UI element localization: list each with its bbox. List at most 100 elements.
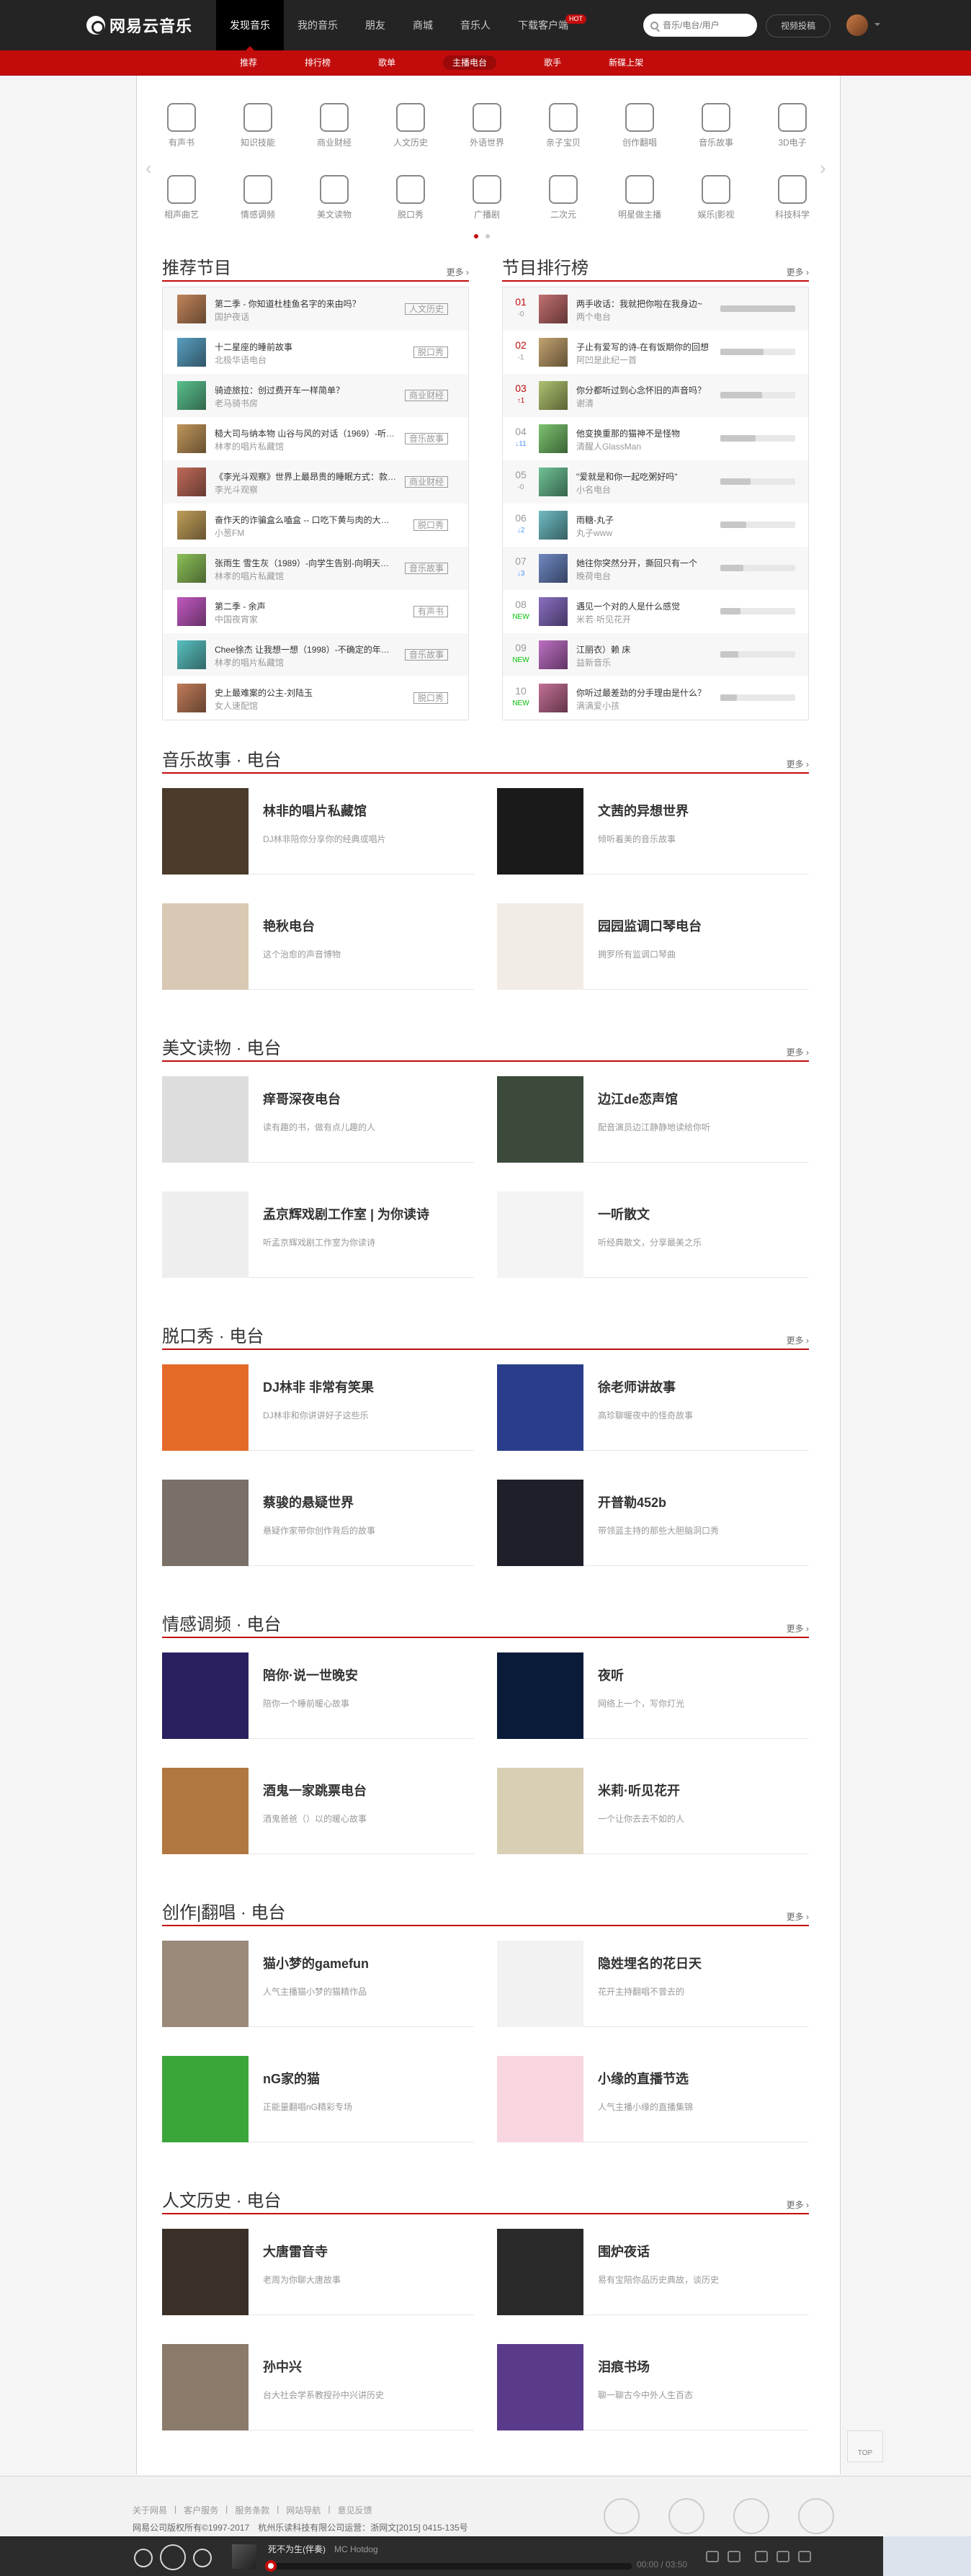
footer-link[interactable]: 关于网易 <box>133 2504 174 2516</box>
radio-card[interactable]: nG家的猫 正能量翻唱nG精彩专场 <box>162 2056 474 2142</box>
next-icon[interactable] <box>193 2549 212 2567</box>
radio-cover[interactable] <box>497 2344 583 2430</box>
radio-cover[interactable] <box>162 1191 249 1278</box>
playlist-icon[interactable] <box>798 2551 811 2562</box>
category-item[interactable]: 创作翻唱 <box>611 103 668 148</box>
radio-cover[interactable] <box>497 903 583 990</box>
footer-link[interactable]: 意见反馈 <box>331 2504 380 2516</box>
radio-cover[interactable] <box>162 2056 249 2142</box>
ranking-row[interactable]: 01 -0 两手收话：我就把你啦在我身边~ 两个电台 <box>503 287 808 331</box>
program-name[interactable]: 她往你突然分开，撕回只有一个 <box>576 557 720 569</box>
radio-name[interactable]: 夜听 <box>598 1665 624 1684</box>
back-to-top-button[interactable]: TOP <box>847 2430 883 2462</box>
radio-name[interactable]: nG家的猫 <box>263 2069 320 2088</box>
radio-card[interactable]: 猫小梦的gamefun 人气主播猫小梦的猫精作品 <box>162 1941 474 2027</box>
radio-card[interactable]: 痒哥深夜电台 读有趣的书，做有点儿趣的人 <box>162 1076 474 1163</box>
radio-card[interactable]: 开普勒452b 带领蓝主持的那些大胆脑洞口秀 <box>497 1480 809 1566</box>
category-item[interactable]: 情感调频 <box>229 175 287 220</box>
program-radio[interactable]: 谢清 <box>576 397 594 409</box>
top-nav-item[interactable]: 商城 <box>399 0 447 50</box>
program-name[interactable]: 骑迹旅拉：创过费开车一样简单？ <box>215 384 402 396</box>
radio-card[interactable]: 米莉·听见花开 一个让你去去不如的人 <box>497 1768 809 1854</box>
ranking-row[interactable]: 09 NEW 江丽衣）赖 床益新音乐 <box>503 633 808 676</box>
program-cover[interactable] <box>177 295 206 323</box>
radio-cover[interactable] <box>497 1364 583 1451</box>
program-tag[interactable]: 音乐故事 <box>404 563 448 574</box>
radio-name[interactable]: 开普勒452b <box>598 1493 666 1511</box>
radio-card[interactable]: 围炉夜话 易有宝陪你品历史典故，谈历史 <box>497 2229 809 2315</box>
radio-card[interactable]: 孙中兴 台大社会学系教授孙中兴讲历史 <box>162 2344 474 2430</box>
radio-card[interactable]: 边江de恋声馆 配音演员边江静静地读给你听 <box>497 1076 809 1163</box>
program-radio[interactable]: 林孝的唱片私藏馆 <box>215 440 284 452</box>
program-tag[interactable]: 商业财经 <box>404 390 448 401</box>
previous-icon[interactable] <box>134 2549 153 2567</box>
program-name[interactable]: 史上最难案的公主-刘陆玉 <box>215 687 402 699</box>
radio-name[interactable]: 边江de恋声馆 <box>598 1089 678 1108</box>
category-item[interactable]: 美文读物 <box>305 175 363 220</box>
program-radio[interactable]: 丸子www <box>576 527 612 539</box>
category-item[interactable]: 脱口秀 <box>382 175 439 220</box>
radio-cover[interactable] <box>162 903 249 990</box>
radio-cover[interactable] <box>162 2344 249 2430</box>
program-name[interactable]: 江丽衣）赖 床 <box>576 643 720 656</box>
song-title[interactable]: 死不为生(伴奏) <box>268 2544 326 2554</box>
radio-name[interactable]: 大唐雷音寺 <box>263 2242 328 2260</box>
radio-card[interactable]: 文茜的异想世界 倾听着美的音乐故事 <box>497 788 809 875</box>
category-item[interactable]: 娱乐|影视 <box>687 175 745 220</box>
ranking-row[interactable]: 06 ↓2 雨糖-丸子 丸子www <box>503 504 808 547</box>
radio-cover[interactable] <box>162 1768 249 1854</box>
radio-name[interactable]: 艳秋电台 <box>263 916 315 935</box>
top-nav-item[interactable]: 我的音乐 <box>284 0 352 50</box>
program-cover[interactable] <box>177 597 206 626</box>
program-name[interactable]: 你分都听过到心念怀旧的声音吗？ <box>576 384 720 396</box>
program-name[interactable]: 《李光斗观察》世界上最昂贵的睡眠方式：款… <box>215 470 402 483</box>
radio-name[interactable]: DJ林非 非常有笑果 <box>263 1377 374 1396</box>
program-radio[interactable]: 益新音乐 <box>576 656 611 668</box>
radio-name[interactable]: 泪痕书场 <box>598 2357 650 2376</box>
radio-cover[interactable] <box>497 1076 583 1163</box>
radio-card[interactable]: 徐老师讲故事 高珍聊暖夜中的怪奇故事 <box>497 1364 809 1451</box>
program-name[interactable]: 雨糖-丸子 <box>576 514 720 526</box>
search-input[interactable] <box>663 20 749 30</box>
ranking-row[interactable]: 02 -1 子止有爱写的诗-在有饭期你的回想 阿凹是此纪一首 <box>503 331 808 374</box>
category-item[interactable]: 人文历史 <box>382 103 439 148</box>
section-more-link[interactable]: 更多 › <box>787 1622 809 1634</box>
program-tag[interactable]: 音乐故事 <box>404 433 448 444</box>
recommend-row[interactable]: 张雨生 雪生灰（1989）-向学生告别-向明天… 林孝的唱片私藏馆 音乐故事 <box>163 547 468 590</box>
radio-cover[interactable] <box>162 1941 249 2027</box>
sub-nav-item[interactable]: 推荐 <box>216 50 281 76</box>
play-icon[interactable] <box>160 2544 186 2570</box>
program-name[interactable]: 两手收话：我就把你啦在我身边~ <box>576 298 720 310</box>
radio-name[interactable]: 小缘的直播节选 <box>598 2069 689 2088</box>
radio-card[interactable]: 隐姓埋名的花日天 花开主持翻唱不曾去的 <box>497 1941 809 2027</box>
program-cover[interactable] <box>539 468 568 496</box>
program-name[interactable]: 十二星座的睡前故事 <box>215 341 402 353</box>
category-item[interactable]: 广播剧 <box>458 175 516 220</box>
share-icon[interactable] <box>728 2551 740 2562</box>
recommend-row[interactable]: 第二季 - 余声 中国夜宵家 有声书 <box>163 590 468 633</box>
program-radio[interactable]: 满满爱小孩 <box>576 699 619 712</box>
program-cover[interactable] <box>539 597 568 626</box>
top-nav-item[interactable]: 音乐人 <box>447 0 504 50</box>
program-tag[interactable]: 脱口秀 <box>413 346 448 358</box>
category-item[interactable]: 相声曲艺 <box>153 175 210 220</box>
radio-name[interactable]: 米莉·听见花开 <box>598 1781 680 1799</box>
category-item[interactable]: 科技科学 <box>764 175 821 220</box>
carousel-dot[interactable] <box>474 234 478 238</box>
radio-name[interactable]: 徐老师讲故事 <box>598 1377 676 1396</box>
program-cover[interactable] <box>177 338 206 367</box>
radio-name[interactable]: 痒哥深夜电台 <box>263 1089 341 1108</box>
category-item[interactable]: 有声书 <box>153 103 210 148</box>
program-name[interactable]: 遇见一个对的人是什么感觉 <box>576 600 720 612</box>
sub-nav-item[interactable]: 歌单 <box>354 50 419 76</box>
program-radio[interactable]: 米若·听见花开 <box>576 613 631 625</box>
program-tag[interactable]: 商业财经 <box>404 476 448 488</box>
ranking-row[interactable]: 05 -0 "爱就是和你一起吃粥好吗" 小名电台 <box>503 460 808 504</box>
program-cover[interactable] <box>177 468 206 496</box>
category-item[interactable]: 商业财经 <box>305 103 363 148</box>
radio-card[interactable]: 酒鬼一家跳票电台 酒鬼爸爸（）以的暖心故事 <box>162 1768 474 1854</box>
program-cover[interactable] <box>177 554 206 583</box>
volume-icon[interactable] <box>755 2551 768 2562</box>
program-cover[interactable] <box>539 640 568 669</box>
recommend-row[interactable]: Chee徐杰 让我想一想（1998）-不确定的年… 林孝的唱片私藏馆 音乐故事 <box>163 633 468 676</box>
